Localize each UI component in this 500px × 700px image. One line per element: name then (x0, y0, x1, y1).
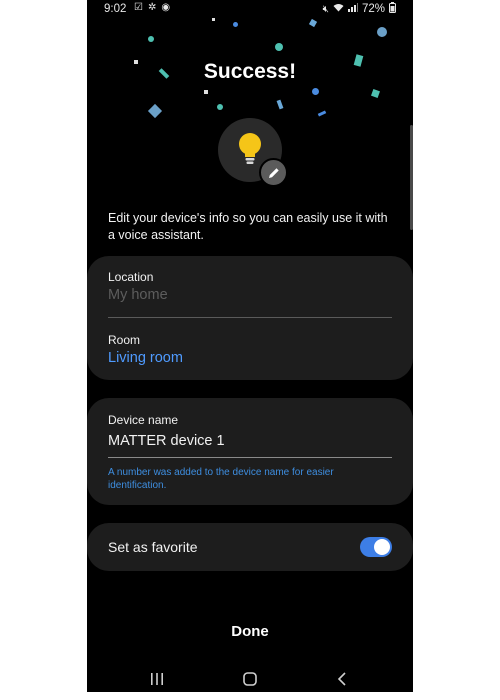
fan-notification-icon: ✲ (147, 2, 157, 13)
device-name-divider (108, 457, 392, 458)
location-field[interactable]: My home (108, 287, 168, 303)
device-icon-button[interactable] (218, 118, 288, 187)
page-title: Success! (203, 60, 297, 83)
status-time: 9:02 (104, 3, 127, 15)
device-name-card: Device name MATTER device 1 A number was… (87, 398, 413, 505)
intro-text: Edit your device's info so you can easil… (108, 211, 388, 242)
recent-apps-icon[interactable] (145, 669, 169, 689)
favorite-label: Set as favorite (108, 539, 198, 555)
record-notification-icon: ◉ (161, 2, 171, 13)
done-button[interactable]: Done (87, 623, 413, 640)
toggle-knob (374, 539, 390, 555)
pencil-icon[interactable] (259, 158, 288, 187)
device-name-field[interactable]: MATTER device 1 (108, 433, 225, 449)
battery-percent: 72% (361, 3, 385, 15)
location-label: Location (108, 270, 154, 284)
room-label: Room (108, 333, 141, 347)
lightbulb-icon (238, 132, 262, 171)
device-name-note: A number was added to the device name fo… (108, 467, 334, 491)
scroll-indicator[interactable] (410, 125, 413, 230)
phone-screen: 9:02 ☑ ✲ ◉ 🔇︎ 72% Success! Edit your dev… (87, 0, 413, 692)
home-icon[interactable] (238, 669, 262, 689)
favorite-toggle[interactable] (360, 537, 392, 557)
status-bar: 9:02 ☑ ✲ ◉ 🔇︎ 72% (87, 0, 413, 18)
wifi-icon (333, 3, 344, 15)
checkbox-notification-icon: ☑ (134, 2, 143, 13)
location-room-card: Location My home Room Living room (87, 256, 413, 380)
location-divider (108, 317, 392, 318)
back-icon[interactable] (330, 669, 354, 689)
signal-icon (347, 3, 358, 15)
battery-icon (389, 2, 396, 16)
room-selector[interactable]: Living room (108, 350, 183, 366)
navigation-bar (87, 665, 413, 692)
device-name-label: Device name (108, 413, 179, 427)
favorite-card[interactable]: Set as favorite (87, 523, 413, 571)
mute-icon: 🔇︎ (322, 3, 329, 15)
